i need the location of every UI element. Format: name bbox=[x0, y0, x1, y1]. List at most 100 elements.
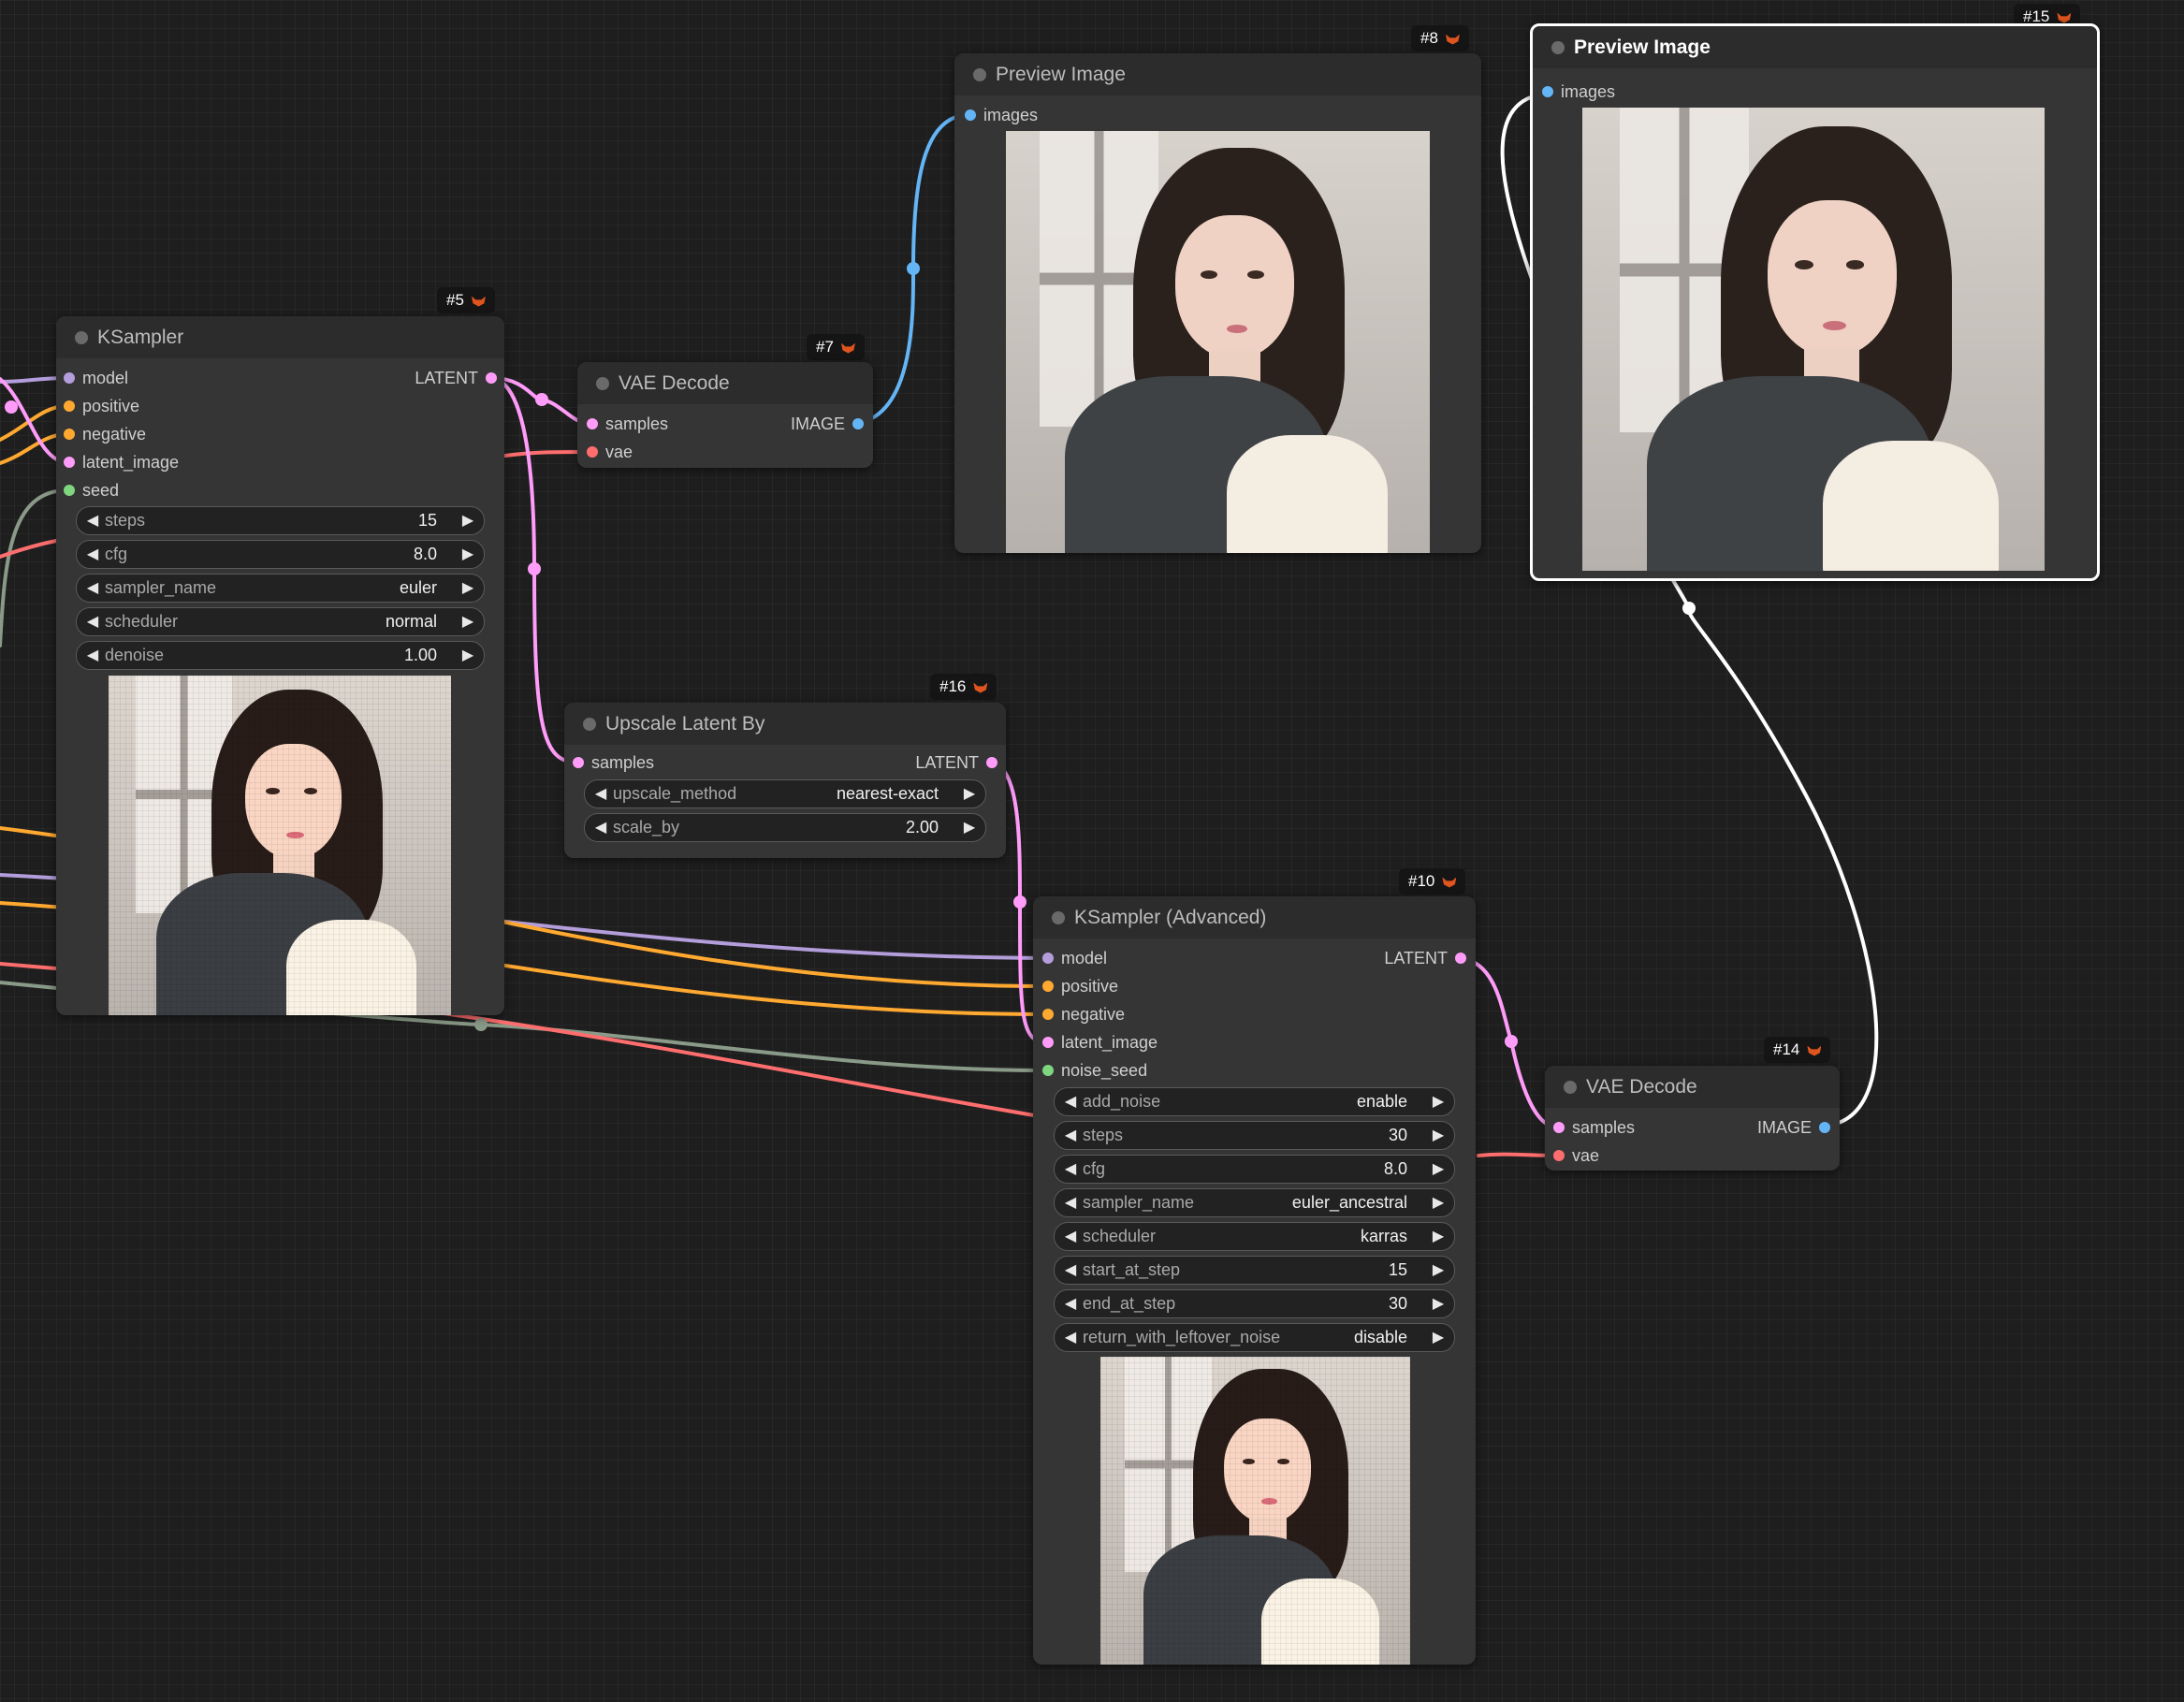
slot-connector-icon[interactable] bbox=[1042, 1009, 1054, 1020]
decrement-arrow-icon[interactable]: ◀ bbox=[1062, 1156, 1079, 1183]
input-slot-latent-image[interactable]: latent_image bbox=[64, 452, 179, 473]
widget-denoise[interactable]: ◀ denoise 1.00 ▶ bbox=[76, 641, 485, 670]
widget-steps[interactable]: ◀ steps 15 ▶ bbox=[76, 506, 485, 535]
preview-image-node[interactable]: Preview Image images bbox=[954, 53, 1481, 553]
collapse-toggle-icon[interactable] bbox=[1564, 1081, 1577, 1094]
widget-scheduler[interactable]: ◀ scheduler normal ▶ bbox=[76, 607, 485, 636]
widget-add-noise[interactable]: ◀ add_noise enable ▶ bbox=[1054, 1087, 1455, 1116]
widget-value[interactable]: nearest-exact bbox=[837, 780, 939, 807]
widget-scheduler[interactable]: ◀ scheduler karras ▶ bbox=[1054, 1222, 1455, 1251]
output-slot-latent[interactable]: LATENT bbox=[1384, 948, 1466, 968]
ksampler-advanced-node[interactable]: KSampler (Advanced) model positive negat… bbox=[1033, 896, 1476, 1665]
increment-arrow-icon[interactable]: ▶ bbox=[1430, 1088, 1447, 1115]
slot-connector-icon[interactable] bbox=[64, 372, 75, 384]
vae-decode-node[interactable]: VAE Decode samples vae IMAGE bbox=[577, 362, 873, 468]
reroute-dot[interactable] bbox=[1682, 602, 1696, 615]
node-graph-canvas[interactable]: #5 KSampler model positive negative late… bbox=[0, 0, 2184, 1702]
decrement-arrow-icon[interactable]: ◀ bbox=[84, 541, 101, 568]
increment-arrow-icon[interactable]: ▶ bbox=[459, 642, 476, 669]
widget-value[interactable]: 1.00 bbox=[404, 642, 437, 669]
widget-scale-by[interactable]: ◀ scale_by 2.00 ▶ bbox=[584, 813, 986, 842]
reroute-dot[interactable] bbox=[474, 1018, 488, 1031]
input-slot-positive[interactable]: positive bbox=[1042, 976, 1118, 996]
output-slot-image[interactable]: IMAGE bbox=[791, 414, 864, 434]
increment-arrow-icon[interactable]: ▶ bbox=[1430, 1156, 1447, 1183]
input-slot-samples[interactable]: samples bbox=[573, 752, 654, 773]
increment-arrow-icon[interactable]: ▶ bbox=[961, 780, 978, 807]
increment-arrow-icon[interactable]: ▶ bbox=[459, 541, 476, 568]
slot-connector-icon[interactable] bbox=[1455, 953, 1466, 964]
slot-connector-icon[interactable] bbox=[1042, 981, 1054, 992]
decrement-arrow-icon[interactable]: ◀ bbox=[84, 608, 101, 635]
ksampler-node[interactable]: KSampler model positive negative latent_… bbox=[56, 316, 504, 1015]
collapse-toggle-icon[interactable] bbox=[75, 331, 88, 344]
preview-image-node-selected[interactable]: Preview Image images bbox=[1530, 23, 2100, 581]
input-slot-vae[interactable]: vae bbox=[587, 442, 633, 462]
decrement-arrow-icon[interactable]: ◀ bbox=[1062, 1324, 1079, 1351]
decrement-arrow-icon[interactable]: ◀ bbox=[84, 507, 101, 534]
increment-arrow-icon[interactable]: ▶ bbox=[1430, 1223, 1447, 1250]
increment-arrow-icon[interactable]: ▶ bbox=[459, 575, 476, 602]
increment-arrow-icon[interactable]: ▶ bbox=[1430, 1189, 1447, 1216]
output-slot-latent[interactable]: LATENT bbox=[415, 368, 497, 388]
widget-value[interactable]: euler_ancestral bbox=[1292, 1189, 1407, 1216]
widget-cfg[interactable]: ◀ cfg 8.0 ▶ bbox=[1054, 1155, 1455, 1184]
input-slot-samples[interactable]: samples bbox=[1553, 1117, 1635, 1138]
widget-value[interactable]: enable bbox=[1357, 1088, 1407, 1115]
vae-decode-node[interactable]: VAE Decode samples vae IMAGE bbox=[1545, 1066, 1840, 1171]
slot-connector-icon[interactable] bbox=[486, 372, 497, 384]
widget-upscale-method[interactable]: ◀ upscale_method nearest-exact ▶ bbox=[584, 779, 986, 808]
slot-connector-icon[interactable] bbox=[1819, 1122, 1830, 1133]
input-slot-images[interactable]: images bbox=[965, 105, 1038, 125]
widget-value[interactable]: 2.00 bbox=[906, 814, 939, 841]
widget-value[interactable]: 15 bbox=[418, 507, 437, 534]
output-preview-image[interactable] bbox=[1582, 108, 2045, 571]
node-header[interactable]: VAE Decode bbox=[577, 362, 873, 404]
collapse-toggle-icon[interactable] bbox=[973, 68, 986, 81]
slot-connector-icon[interactable] bbox=[64, 429, 75, 440]
slot-connector-icon[interactable] bbox=[1042, 1065, 1054, 1076]
slot-connector-icon[interactable] bbox=[965, 109, 976, 121]
output-slot-latent[interactable]: LATENT bbox=[915, 752, 997, 773]
widget-end-at-step[interactable]: ◀ end_at_step 30 ▶ bbox=[1054, 1289, 1455, 1318]
input-slot-images[interactable]: images bbox=[1542, 81, 1615, 102]
widget-steps[interactable]: ◀ steps 30 ▶ bbox=[1054, 1121, 1455, 1150]
widget-value[interactable]: 8.0 bbox=[1384, 1156, 1407, 1183]
input-slot-vae[interactable]: vae bbox=[1553, 1145, 1599, 1166]
decrement-arrow-icon[interactable]: ◀ bbox=[592, 814, 609, 841]
decrement-arrow-icon[interactable]: ◀ bbox=[592, 780, 609, 807]
decrement-arrow-icon[interactable]: ◀ bbox=[1062, 1189, 1079, 1216]
increment-arrow-icon[interactable]: ▶ bbox=[961, 814, 978, 841]
widget-value[interactable]: euler bbox=[400, 575, 437, 602]
slot-connector-icon[interactable] bbox=[64, 400, 75, 412]
widget-return-with-leftover-noise[interactable]: ◀ return_with_leftover_noise disable ▶ bbox=[1054, 1323, 1455, 1352]
widget-value[interactable]: 15 bbox=[1389, 1257, 1407, 1284]
node-header[interactable]: Preview Image bbox=[954, 53, 1481, 95]
widget-cfg[interactable]: ◀ cfg 8.0 ▶ bbox=[76, 540, 485, 569]
reroute-dot[interactable] bbox=[1505, 1035, 1518, 1048]
collapse-toggle-icon[interactable] bbox=[1551, 41, 1565, 54]
node-header[interactable]: Upscale Latent By bbox=[564, 703, 1006, 745]
increment-arrow-icon[interactable]: ▶ bbox=[1430, 1290, 1447, 1317]
decrement-arrow-icon[interactable]: ◀ bbox=[1062, 1088, 1079, 1115]
collapse-toggle-icon[interactable] bbox=[583, 718, 596, 731]
output-slot-image[interactable]: IMAGE bbox=[1757, 1117, 1830, 1138]
slot-connector-icon[interactable] bbox=[1042, 953, 1054, 964]
increment-arrow-icon[interactable]: ▶ bbox=[1430, 1324, 1447, 1351]
widget-value[interactable]: normal bbox=[386, 608, 437, 635]
increment-arrow-icon[interactable]: ▶ bbox=[459, 507, 476, 534]
reroute-dot[interactable] bbox=[5, 400, 18, 414]
input-slot-negative[interactable]: negative bbox=[1042, 1004, 1125, 1025]
slot-connector-icon[interactable] bbox=[64, 457, 75, 468]
reroute-dot[interactable] bbox=[907, 262, 920, 275]
slot-connector-icon[interactable] bbox=[64, 485, 75, 496]
widget-sampler-name[interactable]: ◀ sampler_name euler_ancestral ▶ bbox=[1054, 1188, 1455, 1217]
decrement-arrow-icon[interactable]: ◀ bbox=[1062, 1122, 1079, 1149]
widget-start-at-step[interactable]: ◀ start_at_step 15 ▶ bbox=[1054, 1256, 1455, 1285]
reroute-dot[interactable] bbox=[535, 393, 548, 406]
widget-value[interactable]: karras bbox=[1361, 1223, 1407, 1250]
output-preview-image[interactable] bbox=[1006, 131, 1430, 553]
slot-connector-icon[interactable] bbox=[1042, 1037, 1054, 1048]
slot-connector-icon[interactable] bbox=[587, 418, 598, 429]
collapse-toggle-icon[interactable] bbox=[1052, 911, 1065, 924]
